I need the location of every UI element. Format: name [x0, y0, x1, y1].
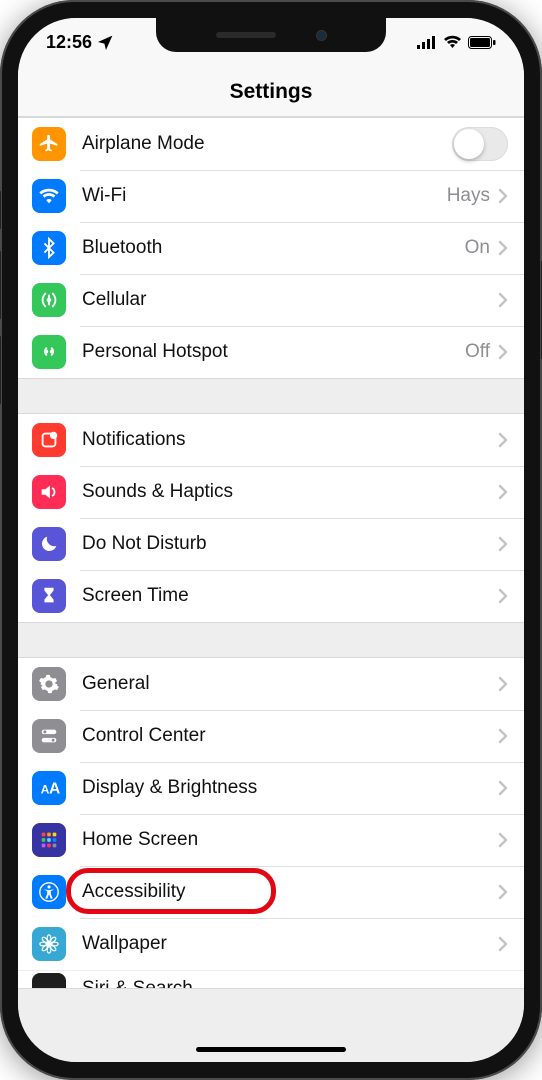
page-title: Settings	[18, 80, 524, 104]
gear-icon	[32, 667, 66, 701]
row-label: Airplane Mode	[82, 133, 452, 155]
volume-down-button[interactable]	[0, 335, 1, 405]
chevron-right-icon	[498, 832, 508, 848]
speaker-grill	[216, 32, 276, 38]
front-camera	[316, 30, 327, 41]
row-label: Siri & Search	[82, 978, 193, 988]
cellular-signal-icon	[417, 36, 437, 49]
chevron-right-icon	[498, 188, 508, 204]
settings-group: Airplane ModeWi-FiHaysBluetoothOnCellula…	[18, 117, 524, 379]
row-cellular[interactable]: Cellular	[18, 274, 524, 326]
chevron-right-icon	[498, 536, 508, 552]
screen: 12:56 Settings Airplane ModeWi-FiHaysBlu…	[18, 18, 524, 1062]
row-display[interactable]: AA Display & Brightness	[18, 762, 524, 814]
phone-frame: 12:56 Settings Airplane ModeWi-FiHaysBlu…	[0, 0, 542, 1080]
battery-icon	[468, 36, 496, 49]
chevron-right-icon	[498, 780, 508, 796]
row-wifi[interactable]: Wi-FiHays	[18, 170, 524, 222]
row-label: Personal Hotspot	[82, 341, 465, 363]
row-label: Display & Brightness	[82, 777, 498, 799]
row-airplane[interactable]: Airplane Mode	[18, 118, 524, 170]
home-indicator[interactable]	[196, 1047, 346, 1052]
row-general[interactable]: General	[18, 658, 524, 710]
nav-header: Settings	[18, 66, 524, 117]
settings-group: Notifications Sounds & Haptics Do Not Dist…	[18, 413, 524, 623]
row-value: Hays	[447, 185, 490, 207]
row-label: Do Not Disturb	[82, 533, 498, 555]
row-label: Wi-Fi	[82, 185, 447, 207]
row-label: Control Center	[82, 725, 498, 747]
settings-list[interactable]: Airplane ModeWi-FiHaysBluetoothOnCellula…	[18, 117, 524, 1062]
hotspot-icon	[32, 335, 66, 369]
switches-icon	[32, 719, 66, 753]
row-controlcenter[interactable]: Control Center	[18, 710, 524, 762]
row-screentime[interactable]: Screen Time	[18, 570, 524, 622]
textsize-icon: AA	[32, 771, 66, 805]
settings-group: General Control Center AA Display & Brightn…	[18, 657, 524, 989]
row-value: On	[465, 237, 490, 259]
row-hotspot[interactable]: Personal HotspotOff	[18, 326, 524, 378]
row-bluetooth[interactable]: BluetoothOn	[18, 222, 524, 274]
row-label: Bluetooth	[82, 237, 465, 259]
row-siri[interactable]: Siri & Search	[18, 970, 524, 988]
sounds-icon	[32, 475, 66, 509]
wifi-icon	[32, 179, 66, 213]
airplane-icon	[32, 127, 66, 161]
chevron-right-icon	[498, 936, 508, 952]
row-value: Off	[465, 341, 490, 363]
row-label: Home Screen	[82, 829, 498, 851]
row-wallpaper[interactable]: Wallpaper	[18, 918, 524, 970]
hourglass-icon	[32, 579, 66, 613]
row-label: Notifications	[82, 429, 498, 451]
row-label: Cellular	[82, 289, 498, 311]
row-label: General	[82, 673, 498, 695]
flower-icon	[32, 927, 66, 961]
status-time: 12:56	[46, 32, 92, 53]
svg-text:A: A	[49, 781, 60, 798]
siri-icon	[32, 973, 66, 988]
bluetooth-icon	[32, 231, 66, 265]
row-dnd[interactable]: Do Not Disturb	[18, 518, 524, 570]
location-icon	[98, 35, 113, 50]
row-notifications[interactable]: Notifications	[18, 414, 524, 466]
display-notch	[156, 18, 386, 52]
wifi-status-icon	[443, 35, 462, 49]
chevron-right-icon	[498, 240, 508, 256]
chevron-right-icon	[498, 292, 508, 308]
chevron-right-icon	[498, 728, 508, 744]
cellular-icon	[32, 283, 66, 317]
row-accessibility[interactable]: Accessibility	[18, 866, 524, 918]
notifications-icon	[32, 423, 66, 457]
mute-switch[interactable]	[0, 190, 1, 230]
chevron-right-icon	[498, 432, 508, 448]
volume-up-button[interactable]	[0, 250, 1, 320]
grid-icon	[32, 823, 66, 857]
row-homescreen[interactable]: Home Screen	[18, 814, 524, 866]
chevron-right-icon	[498, 344, 508, 360]
accessibility-icon	[32, 875, 66, 909]
row-label: Sounds & Haptics	[82, 481, 498, 503]
chevron-right-icon	[498, 884, 508, 900]
row-label: Screen Time	[82, 585, 498, 607]
chevron-right-icon	[498, 484, 508, 500]
moon-icon	[32, 527, 66, 561]
row-label: Wallpaper	[82, 933, 498, 955]
row-label: Accessibility	[82, 881, 498, 903]
chevron-right-icon	[498, 588, 508, 604]
chevron-right-icon	[498, 676, 508, 692]
toggle-airplane[interactable]	[452, 127, 508, 161]
row-sounds[interactable]: Sounds & Haptics	[18, 466, 524, 518]
